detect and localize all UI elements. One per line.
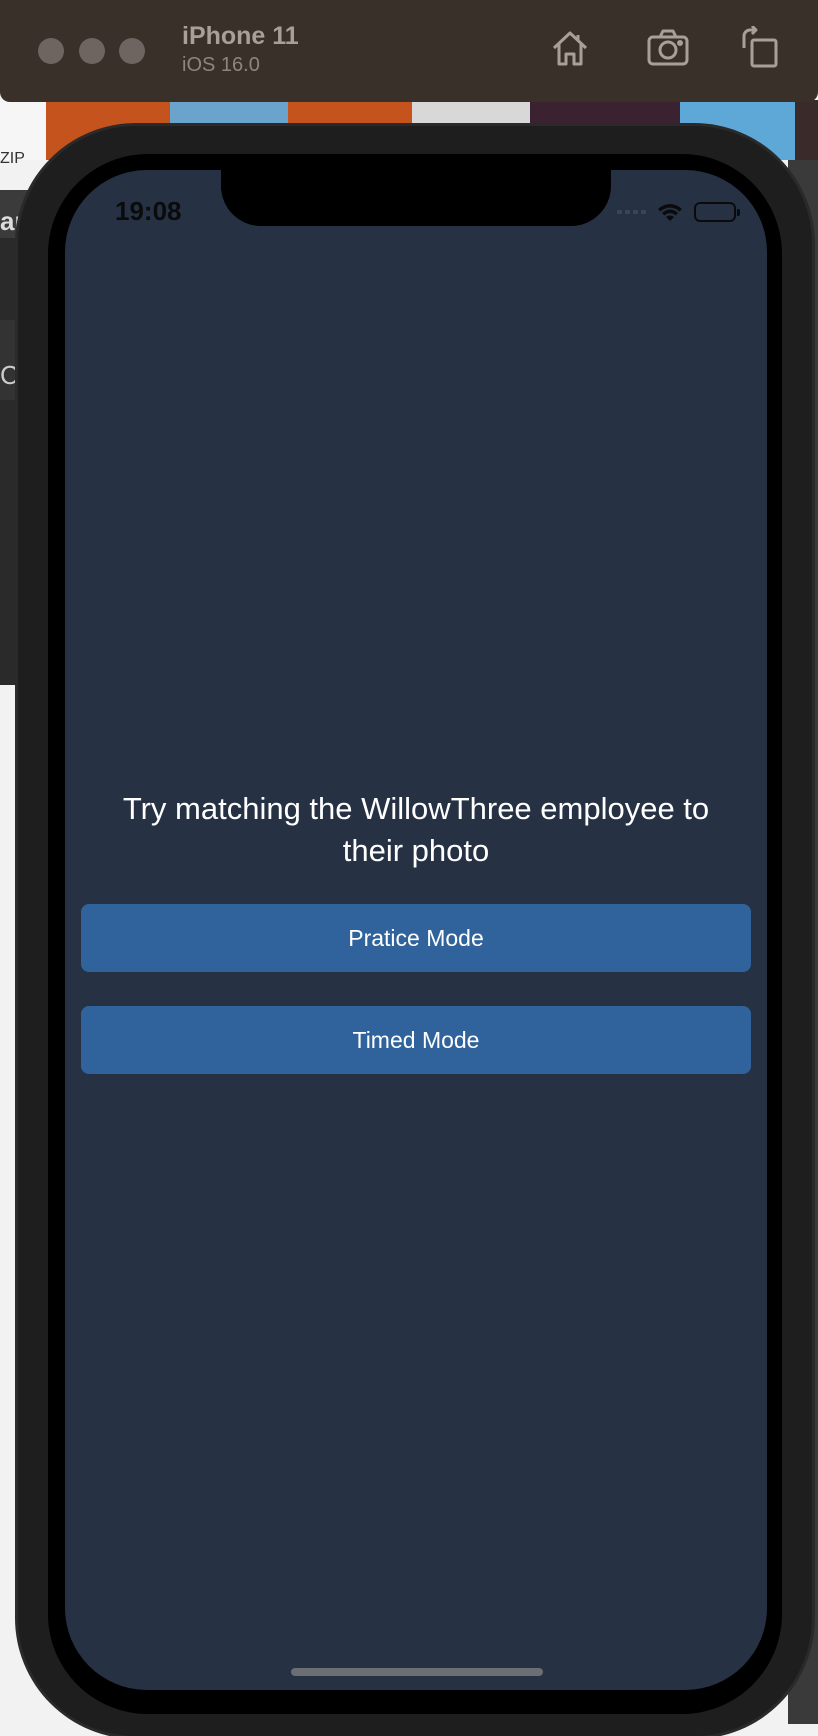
cellular-signal-icon — [617, 210, 646, 214]
wifi-icon — [656, 201, 684, 223]
window-minimize-button[interactable] — [79, 38, 105, 64]
instruction-headline: Try matching the WillowThree employee to… — [122, 791, 710, 868]
device-os-version: iOS 16.0 — [182, 54, 260, 76]
status-bar-time: 19:08 — [115, 196, 182, 226]
window-close-button[interactable] — [38, 38, 64, 64]
window-zoom-button[interactable] — [119, 38, 145, 64]
status-bar-icons — [617, 200, 740, 224]
background-partial-text-mid: C — [0, 360, 19, 390]
background-zip-label: ZIP — [0, 150, 25, 167]
rotate-icon[interactable] — [738, 24, 782, 70]
battery-icon — [694, 202, 740, 222]
screenshot-icon[interactable] — [646, 26, 690, 70]
phone-notch — [221, 170, 611, 226]
home-icon[interactable] — [548, 26, 592, 70]
simulator-title-bar: iPhone 11 iOS 16.0 — [0, 0, 818, 102]
home-indicator[interactable] — [291, 1668, 543, 1676]
timed-mode-button[interactable]: Timed Mode — [81, 1006, 751, 1074]
practice-mode-button[interactable]: Pratice Mode — [81, 904, 751, 972]
device-name: iPhone 11 — [182, 22, 299, 50]
phone-screen: 19:08 Try matching the WillowThree emplo… — [65, 170, 767, 1690]
